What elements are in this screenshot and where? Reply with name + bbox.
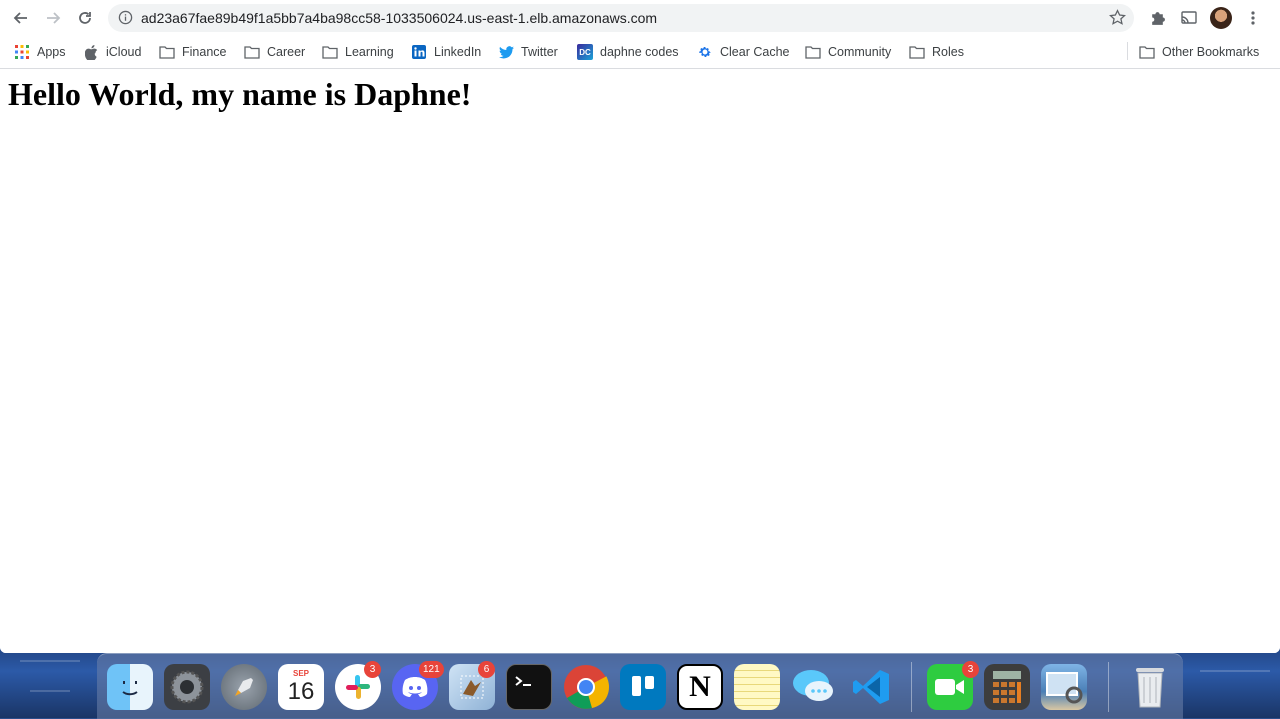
folder-icon — [244, 44, 260, 60]
gear-icon — [697, 44, 713, 60]
bookmark-daphne-codes[interactable]: DC daphne codes — [577, 42, 679, 62]
bookmark-label: daphne codes — [600, 45, 679, 59]
bookmark-linkedin[interactable]: LinkedIn — [411, 42, 481, 62]
bookmark-star-icon[interactable] — [1109, 9, 1126, 31]
macos-dock: SEP 16 3 121 6 N 3 — [97, 653, 1183, 719]
slack-badge: 3 — [364, 661, 381, 678]
folder-icon — [159, 44, 175, 60]
calendar-day: 16 — [287, 678, 315, 705]
folder-icon — [322, 44, 338, 60]
bookmark-label: LinkedIn — [434, 45, 482, 59]
calendar-app-icon[interactable]: SEP 16 — [278, 664, 324, 710]
finder-app-icon[interactable] — [107, 664, 153, 710]
address-bar[interactable]: ad23a67fae89b49f1a5bb7a4ba98cc58-1033506… — [108, 4, 1134, 32]
bookmark-label: iCloud — [106, 45, 142, 59]
apps-grid-icon — [14, 44, 30, 60]
folder-icon — [909, 44, 925, 60]
terminal-app-icon[interactable] — [506, 664, 552, 710]
dc-icon: DC — [577, 44, 593, 60]
linkedin-icon — [411, 44, 427, 60]
calculator-app-icon[interactable] — [984, 664, 1030, 710]
trash-app-icon[interactable] — [1127, 664, 1173, 710]
dock-divider — [911, 662, 912, 712]
browser-window: ad23a67fae89b49f1a5bb7a4ba98cc58-1033506… — [0, 0, 1280, 653]
bookmark-folder-roles[interactable]: Roles — [909, 42, 964, 62]
mail-badge: 6 — [478, 661, 495, 678]
info-icon[interactable] — [118, 10, 133, 30]
bookmark-clear-cache[interactable]: Clear Cache — [697, 42, 789, 62]
notes-app-icon[interactable] — [734, 664, 780, 710]
system-preferences-app-icon[interactable] — [164, 664, 210, 710]
other-bookmarks-folder[interactable]: Other Bookmarks — [1139, 42, 1259, 62]
bookmark-label: Twitter — [521, 45, 558, 59]
vscode-app-icon[interactable] — [848, 664, 894, 710]
bookmark-folder-career[interactable]: Career — [244, 42, 305, 62]
dock-divider — [1108, 662, 1109, 712]
bookmark-label: Apps — [37, 45, 66, 59]
bookmark-label: Roles — [932, 45, 964, 59]
discord-badge: 121 — [419, 661, 444, 678]
forward-button[interactable] — [40, 6, 66, 30]
apple-icon — [83, 44, 99, 60]
bookmark-folder-learning[interactable]: Learning — [322, 42, 394, 62]
facetime-badge: 3 — [962, 661, 979, 678]
bookmark-folder-finance[interactable]: Finance — [159, 42, 226, 62]
trello-app-icon[interactable] — [620, 664, 666, 710]
notion-app-icon[interactable]: N — [677, 664, 723, 710]
bookmarks-bar: Apps iCloud Finance Career Learning Link… — [0, 36, 1280, 69]
launchpad-app-icon[interactable] — [221, 664, 267, 710]
preview-app-icon[interactable] — [1041, 664, 1087, 710]
bookmark-apps[interactable]: Apps — [14, 42, 66, 62]
cast-icon[interactable] — [1178, 7, 1200, 29]
bookmarks-divider — [1127, 42, 1128, 60]
bookmark-folder-community[interactable]: Community — [805, 42, 891, 62]
more-menu-icon[interactable] — [1242, 7, 1264, 29]
twitter-icon — [498, 44, 514, 60]
reload-button[interactable] — [72, 6, 98, 30]
profile-avatar[interactable] — [1210, 7, 1232, 29]
extensions-puzzle-icon[interactable] — [1146, 7, 1168, 29]
messages-app-icon[interactable] — [791, 664, 837, 710]
page-content: Hello World, my name is Daphne! — [0, 69, 1280, 653]
folder-icon — [1139, 44, 1155, 60]
bookmark-label: Learning — [345, 45, 394, 59]
forward-arrow-icon — [47, 12, 61, 24]
page-heading: Hello World, my name is Daphne! — [8, 76, 472, 112]
back-arrow-icon — [13, 12, 27, 24]
bookmark-twitter[interactable]: Twitter — [498, 42, 558, 62]
url-text[interactable]: ad23a67fae89b49f1a5bb7a4ba98cc58-1033506… — [141, 10, 657, 26]
bookmark-label: Finance — [182, 45, 227, 59]
bookmark-label: Other Bookmarks — [1162, 45, 1260, 59]
chrome-app-icon[interactable] — [563, 664, 609, 710]
reload-icon — [79, 12, 91, 24]
browser-toolbar: ad23a67fae89b49f1a5bb7a4ba98cc58-1033506… — [0, 0, 1280, 36]
bookmark-label: Clear Cache — [720, 45, 790, 59]
bookmark-icloud[interactable]: iCloud — [83, 42, 141, 62]
bookmark-label: Community — [828, 45, 892, 59]
bookmark-label: Career — [267, 45, 306, 59]
folder-icon — [805, 44, 821, 60]
back-button[interactable] — [8, 6, 34, 30]
